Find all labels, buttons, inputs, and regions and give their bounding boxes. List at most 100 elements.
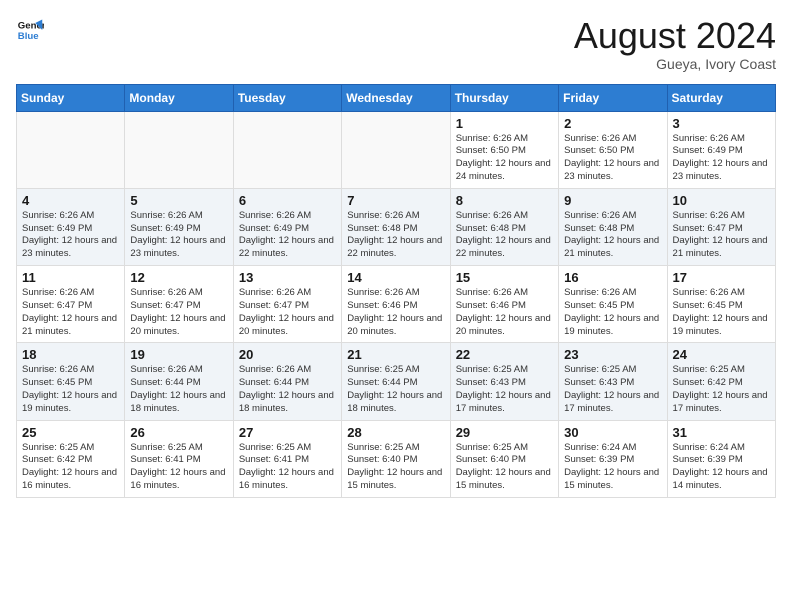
col-header-wednesday: Wednesday (342, 84, 450, 111)
day-info: Sunrise: 6:25 AM Sunset: 6:40 PM Dayligh… (456, 442, 553, 493)
month-year-title: August 2024 (574, 16, 776, 56)
calendar-cell (17, 111, 125, 188)
day-info: Sunrise: 6:26 AM Sunset: 6:49 PM Dayligh… (239, 210, 336, 261)
calendar-week-row: 4 Sunrise: 6:26 AM Sunset: 6:49 PM Daylig… (17, 188, 776, 265)
calendar-cell: 11 Sunrise: 6:26 AM Sunset: 6:47 PM Dayli… (17, 266, 125, 343)
day-info: Sunrise: 6:25 AM Sunset: 6:43 PM Dayligh… (456, 364, 553, 415)
page-header: General Blue August 2024 Gueya, Ivory Co… (16, 16, 776, 72)
calendar-cell: 5 Sunrise: 6:26 AM Sunset: 6:49 PM Daylig… (125, 188, 233, 265)
day-info: Sunrise: 6:25 AM Sunset: 6:40 PM Dayligh… (347, 442, 444, 493)
col-header-tuesday: Tuesday (233, 84, 341, 111)
calendar-cell: 24Sunrise: 6:25 AM Sunset: 6:42 PM Dayli… (667, 343, 775, 420)
day-info: Sunrise: 6:24 AM Sunset: 6:39 PM Dayligh… (564, 442, 661, 493)
day-number: 22 (456, 347, 553, 362)
calendar-cell: 26 Sunrise: 6:25 AM Sunset: 6:41 PM Dayli… (125, 420, 233, 497)
calendar-cell: 7 Sunrise: 6:26 AM Sunset: 6:48 PM Daylig… (342, 188, 450, 265)
calendar-week-row: 11 Sunrise: 6:26 AM Sunset: 6:47 PM Dayli… (17, 266, 776, 343)
day-number: 16 (564, 270, 661, 285)
day-number: 5 (130, 193, 227, 208)
day-number: 19 (130, 347, 227, 362)
day-info: Sunrise: 6:26 AM Sunset: 6:48 PM Dayligh… (564, 210, 661, 261)
calendar-cell: 1 Sunrise: 6:26 AM Sunset: 6:50 PM Daylig… (450, 111, 558, 188)
day-number: 20 (239, 347, 336, 362)
calendar-cell: 21 Sunrise: 6:25 AM Sunset: 6:44 PM Dayli… (342, 343, 450, 420)
day-number: 17 (673, 270, 770, 285)
day-number: 1 (456, 116, 553, 131)
day-number: 4 (22, 193, 119, 208)
day-info: Sunrise: 6:26 AM Sunset: 6:47 PM Dayligh… (239, 287, 336, 338)
day-number: 9 (564, 193, 661, 208)
day-number: 26 (130, 425, 227, 440)
day-number: 14 (347, 270, 444, 285)
calendar-cell: 3Sunrise: 6:26 AM Sunset: 6:49 PM Daylig… (667, 111, 775, 188)
calendar-cell: 28 Sunrise: 6:25 AM Sunset: 6:40 PM Dayli… (342, 420, 450, 497)
day-info: Sunrise: 6:26 AM Sunset: 6:50 PM Dayligh… (456, 133, 553, 184)
calendar-cell: 25Sunrise: 6:25 AM Sunset: 6:42 PM Dayli… (17, 420, 125, 497)
day-info: Sunrise: 6:26 AM Sunset: 6:45 PM Dayligh… (673, 287, 770, 338)
day-number: 29 (456, 425, 553, 440)
calendar-cell (233, 111, 341, 188)
day-info: Sunrise: 6:26 AM Sunset: 6:46 PM Dayligh… (347, 287, 444, 338)
day-number: 6 (239, 193, 336, 208)
day-info: Sunrise: 6:26 AM Sunset: 6:44 PM Dayligh… (130, 364, 227, 415)
calendar-cell: 16 Sunrise: 6:26 AM Sunset: 6:45 PM Dayli… (559, 266, 667, 343)
calendar-cell: 23Sunrise: 6:25 AM Sunset: 6:43 PM Dayli… (559, 343, 667, 420)
calendar-cell: 13 Sunrise: 6:26 AM Sunset: 6:47 PM Dayli… (233, 266, 341, 343)
calendar-cell: 27 Sunrise: 6:25 AM Sunset: 6:41 PM Dayli… (233, 420, 341, 497)
day-number: 2 (564, 116, 661, 131)
calendar-table: SundayMondayTuesdayWednesdayThursdayFrid… (16, 84, 776, 498)
day-info: Sunrise: 6:26 AM Sunset: 6:48 PM Dayligh… (456, 210, 553, 261)
svg-text:Blue: Blue (18, 31, 39, 42)
day-info: Sunrise: 6:26 AM Sunset: 6:45 PM Dayligh… (564, 287, 661, 338)
day-number: 3 (673, 116, 770, 131)
day-info: Sunrise: 6:26 AM Sunset: 6:47 PM Dayligh… (673, 210, 770, 261)
calendar-cell: 30 Sunrise: 6:24 AM Sunset: 6:39 PM Dayli… (559, 420, 667, 497)
day-info: Sunrise: 6:25 AM Sunset: 6:41 PM Dayligh… (239, 442, 336, 493)
day-number: 10 (673, 193, 770, 208)
calendar-cell: 9 Sunrise: 6:26 AM Sunset: 6:48 PM Daylig… (559, 188, 667, 265)
day-number: 11 (22, 270, 119, 285)
col-header-sunday: Sunday (17, 84, 125, 111)
day-number: 28 (347, 425, 444, 440)
day-info: Sunrise: 6:26 AM Sunset: 6:44 PM Dayligh… (239, 364, 336, 415)
calendar-cell: 6 Sunrise: 6:26 AM Sunset: 6:49 PM Daylig… (233, 188, 341, 265)
day-number: 30 (564, 425, 661, 440)
calendar-cell: 22 Sunrise: 6:25 AM Sunset: 6:43 PM Dayli… (450, 343, 558, 420)
location-subtitle: Gueya, Ivory Coast (574, 56, 776, 72)
day-number: 23 (564, 347, 661, 362)
calendar-cell: 2Sunrise: 6:26 AM Sunset: 6:50 PM Daylig… (559, 111, 667, 188)
day-number: 7 (347, 193, 444, 208)
day-info: Sunrise: 6:25 AM Sunset: 6:44 PM Dayligh… (347, 364, 444, 415)
day-number: 8 (456, 193, 553, 208)
day-info: Sunrise: 6:26 AM Sunset: 6:49 PM Dayligh… (130, 210, 227, 261)
calendar-cell: 29 Sunrise: 6:25 AM Sunset: 6:40 PM Dayli… (450, 420, 558, 497)
calendar-cell: 20 Sunrise: 6:26 AM Sunset: 6:44 PM Dayli… (233, 343, 341, 420)
calendar-cell: 8 Sunrise: 6:26 AM Sunset: 6:48 PM Daylig… (450, 188, 558, 265)
day-info: Sunrise: 6:25 AM Sunset: 6:41 PM Dayligh… (130, 442, 227, 493)
day-number: 27 (239, 425, 336, 440)
calendar-cell: 12 Sunrise: 6:26 AM Sunset: 6:47 PM Dayli… (125, 266, 233, 343)
day-info: Sunrise: 6:26 AM Sunset: 6:48 PM Dayligh… (347, 210, 444, 261)
calendar-cell (125, 111, 233, 188)
day-number: 13 (239, 270, 336, 285)
col-header-monday: Monday (125, 84, 233, 111)
calendar-cell (342, 111, 450, 188)
day-number: 21 (347, 347, 444, 362)
day-info: Sunrise: 6:26 AM Sunset: 6:46 PM Dayligh… (456, 287, 553, 338)
day-number: 31 (673, 425, 770, 440)
day-number: 15 (456, 270, 553, 285)
calendar-week-row: 18Sunrise: 6:26 AM Sunset: 6:45 PM Dayli… (17, 343, 776, 420)
logo: General Blue (16, 16, 44, 44)
calendar-week-row: 1 Sunrise: 6:26 AM Sunset: 6:50 PM Daylig… (17, 111, 776, 188)
col-header-thursday: Thursday (450, 84, 558, 111)
day-number: 25 (22, 425, 119, 440)
calendar-cell: 19 Sunrise: 6:26 AM Sunset: 6:44 PM Dayli… (125, 343, 233, 420)
day-info: Sunrise: 6:26 AM Sunset: 6:45 PM Dayligh… (22, 364, 119, 415)
calendar-cell: 14 Sunrise: 6:26 AM Sunset: 6:46 PM Dayli… (342, 266, 450, 343)
col-header-friday: Friday (559, 84, 667, 111)
day-info: Sunrise: 6:26 AM Sunset: 6:47 PM Dayligh… (130, 287, 227, 338)
day-number: 12 (130, 270, 227, 285)
day-info: Sunrise: 6:26 AM Sunset: 6:47 PM Dayligh… (22, 287, 119, 338)
calendar-header-row: SundayMondayTuesdayWednesdayThursdayFrid… (17, 84, 776, 111)
calendar-cell: 31Sunrise: 6:24 AM Sunset: 6:39 PM Dayli… (667, 420, 775, 497)
